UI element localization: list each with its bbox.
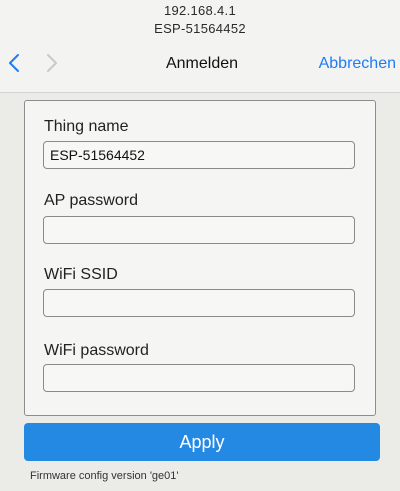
wifi-ssid-label: WiFi SSID [44,266,118,283]
portal-header: 192.168.4.1 ESP-51564452 Anmelden Abbrec… [0,0,400,93]
thing-name-label: Thing name [44,118,129,135]
wifi-password-label: WiFi password [44,342,149,359]
ap-password-input[interactable] [43,216,355,244]
page-title: Anmelden [165,55,239,72]
captive-portal-screen: 192.168.4.1 ESP-51564452 Anmelden Abbrec… [0,0,400,491]
ap-password-label: AP password [44,192,138,209]
firmware-version: Firmware config version 'ge01' [30,470,179,482]
apply-button[interactable]: Apply [24,423,380,461]
wifi-password-input[interactable] [43,364,355,392]
config-form: Thing name AP password WiFi SSID WiFi pa… [24,100,376,416]
thing-name-input[interactable] [43,141,355,169]
forward-button[interactable] [42,52,62,74]
host-name: ESP-51564452 [154,21,246,36]
host-ip: 192.168.4.1 [164,3,236,18]
chevron-left-icon [9,54,19,72]
back-button[interactable] [4,52,24,74]
wifi-ssid-input[interactable] [43,289,355,317]
chevron-right-icon [47,54,57,72]
cancel-button[interactable]: Abbrechen [319,55,396,73]
